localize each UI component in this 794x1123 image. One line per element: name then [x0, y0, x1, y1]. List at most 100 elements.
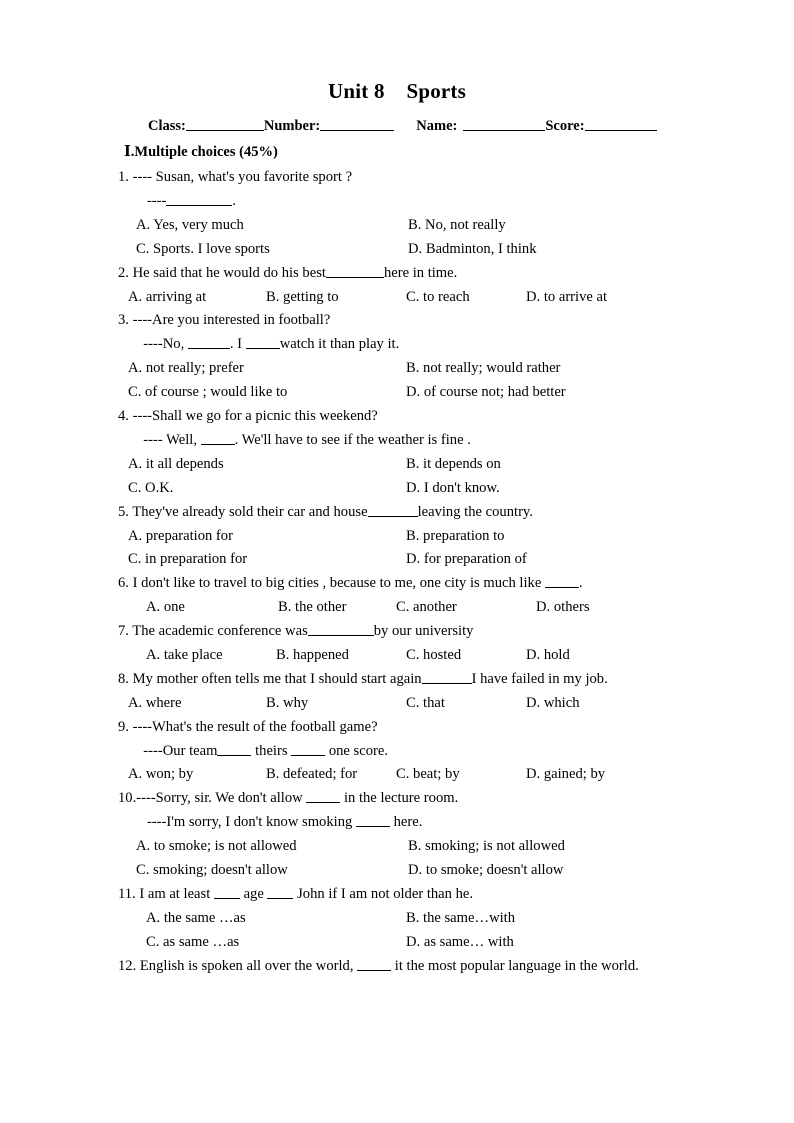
question-4-option-d[interactable]: D. I don't know. [406, 477, 500, 501]
question-5-option-a[interactable]: A. preparation for [128, 525, 233, 549]
question-9-option-b[interactable]: B. defeated; for [266, 763, 357, 787]
question-9-stem2-post: one score. [325, 742, 388, 759]
question-9-option-c[interactable]: C. beat; by [396, 763, 460, 787]
question-9-stem2-mid: theirs [251, 742, 292, 759]
question-11-answer-blank-1[interactable] [213, 886, 240, 899]
question-4-options-cd: C. O.K. D. I don't know. [118, 477, 676, 501]
question-7-option-a[interactable]: A. take place [146, 644, 223, 668]
question-2-option-c[interactable]: C. to reach [406, 286, 470, 310]
question-1-option-a[interactable]: A. Yes, very much [136, 214, 244, 238]
question-1-options-ac: A. Yes, very much B. No, not really [118, 214, 676, 238]
question-7-answer-blank[interactable] [307, 623, 374, 637]
question-1-option-c[interactable]: C. Sports. I love sports [136, 238, 270, 262]
question-2-option-d[interactable]: D. to arrive at [526, 286, 607, 310]
question-10-stem: 10.----Sorry, sir. We don't allow in the… [118, 787, 676, 811]
question-2-option-a[interactable]: A. arriving at [128, 286, 206, 310]
question-11-option-d[interactable]: D. as same… with [406, 931, 514, 955]
question-6-option-c[interactable]: C. another [396, 596, 457, 620]
question-7-option-b[interactable]: B. happened [276, 644, 349, 668]
question-12-stem-pre: 12. English is spoken all over the world… [118, 957, 358, 974]
score-input-blank[interactable] [584, 117, 657, 132]
question-10-option-b[interactable]: B. smoking; is not allowed [408, 835, 565, 859]
document-body: Unit 8 Sports Class: Number: Name: Score: Ⅰ… [118, 78, 676, 979]
question-8-option-a[interactable]: A. where [128, 692, 182, 716]
question-5-answer-blank[interactable] [367, 504, 418, 517]
question-11-answer-blank-2[interactable] [267, 886, 294, 899]
question-4-answer-blank[interactable] [200, 432, 235, 445]
question-9-stem: 9. ----What's the result of the football… [118, 718, 378, 735]
question-4-option-a[interactable]: A. it all depends [128, 453, 224, 477]
question-3-options-cd: C. of course ; would like to D. of cours… [118, 381, 676, 405]
question-8-option-d[interactable]: D. which [526, 692, 580, 716]
question-5-option-b[interactable]: B. preparation to [406, 525, 504, 549]
name-input-blank[interactable] [463, 117, 546, 132]
question-2-answer-blank[interactable] [325, 265, 384, 278]
question-11-option-c[interactable]: C. as same …as [146, 931, 239, 955]
question-3-option-b[interactable]: B. not really; would rather [406, 357, 560, 381]
question-8-answer-blank[interactable] [421, 671, 472, 684]
question-3-option-c[interactable]: C. of course ; would like to [128, 381, 287, 405]
question-5-option-d[interactable]: D. for preparation of [406, 548, 527, 572]
question-7-stem: 7. The academic conference was by our uni… [118, 620, 676, 644]
question-9-answer-blank-1[interactable] [217, 743, 252, 756]
question-4-option-b[interactable]: B. it depends on [406, 453, 501, 477]
class-input-blank[interactable] [185, 117, 264, 132]
number-input-blank[interactable] [320, 117, 395, 132]
question-10-answer-blank-2[interactable] [355, 814, 390, 828]
question-2-stem: 2. He said that he would do his best here… [118, 262, 676, 286]
question-11-option-a[interactable]: A. the same …as [146, 907, 246, 931]
question-10-options-cd: C. smoking; doesn't allow D. to smoke; d… [118, 859, 676, 883]
question-3-answer-blank-1[interactable] [187, 336, 230, 350]
question-10-stem-line2: ----I'm sorry, I don't know smoking here… [118, 811, 676, 835]
question-9-option-a[interactable]: A. won; by [128, 763, 193, 787]
question-6-answer-blank[interactable] [544, 575, 579, 589]
question-8-option-b[interactable]: B. why [266, 692, 308, 716]
question-1-stem2-post: . [232, 192, 237, 209]
question-2-stem-post: here in time. [383, 264, 458, 281]
question-10-stem2-post: here. [389, 814, 423, 831]
question-9-option-d[interactable]: D. gained; by [526, 763, 605, 787]
question-7-option-c[interactable]: C. hosted [406, 644, 461, 668]
page-title: Unit 8 Sports [328, 79, 466, 103]
question-1-stem-line2: ----. [118, 190, 676, 214]
question-4-stem-line2: ---- Well, . We'll have to see if the we… [118, 429, 676, 453]
question-1-option-b[interactable]: B. No, not really [408, 214, 506, 238]
section-heading-multiple-choices: Ⅰ.Multiple choices (45%) [124, 144, 278, 160]
question-7-option-d[interactable]: D. hold [526, 644, 570, 668]
question-3-option-a[interactable]: A. not really; prefer [128, 357, 244, 381]
question-5-stem: 5. They've already sold their car and ho… [118, 501, 676, 525]
question-4-stem: 4. ----Shall we go for a picnic this wee… [118, 408, 378, 424]
score-label: Score: [545, 118, 585, 135]
question-4-stem2-post: . We'll have to see if the weather is fi… [234, 431, 471, 448]
question-1-stem: 1. ---- Susan, what's you favorite sport… [118, 169, 353, 186]
question-8-option-c[interactable]: C. that [406, 692, 445, 716]
question-1-stem2-pre: ---- [136, 192, 167, 209]
question-1-answer-blank[interactable] [166, 193, 233, 206]
question-4-option-c[interactable]: C. O.K. [128, 477, 173, 501]
question-10-option-d[interactable]: D. to smoke; doesn't allow [408, 859, 563, 883]
question-11-stem: 11. I am at least age John if I am not o… [118, 883, 676, 907]
question-10-options-ab: A. to smoke; is not allowed B. smoking; … [118, 835, 676, 859]
question-1-option-d[interactable]: D. Badminton, I think [408, 238, 537, 262]
question-12-answer-blank[interactable] [357, 958, 392, 971]
question-4-stem2-pre: ---- Well, [136, 431, 201, 448]
question-11-options-cd: C. as same …as D. as same… with [118, 931, 676, 955]
question-3-answer-blank-2[interactable] [245, 336, 280, 350]
question-3-stem-line2: ----No, . I watch it than play it. [118, 333, 676, 357]
question-5-option-c[interactable]: C. in preparation for [128, 548, 247, 572]
question-6-option-b[interactable]: B. the other [278, 596, 347, 620]
question-2-option-b[interactable]: B. getting to [266, 286, 339, 310]
question-2-stem-pre: 2. He said that he would do his best [118, 264, 326, 281]
question-9-answer-blank-2[interactable] [291, 743, 326, 756]
question-10-option-a[interactable]: A. to smoke; is not allowed [136, 835, 297, 859]
question-10-option-c[interactable]: C. smoking; doesn't allow [136, 859, 288, 883]
question-5-options-cd: C. in preparation for D. for preparation… [118, 548, 676, 572]
class-label: Class: [148, 118, 186, 135]
question-11-option-b[interactable]: B. the same…with [406, 907, 515, 931]
question-6-option-d[interactable]: D. others [536, 596, 590, 620]
question-11-options-ab: A. the same …as B. the same…with [118, 907, 676, 931]
question-10-answer-blank-1[interactable] [306, 790, 341, 804]
question-10-stem-post: in the lecture room. [340, 790, 459, 807]
question-3-option-d[interactable]: D. of course not; had better [406, 381, 566, 405]
question-6-option-a[interactable]: A. one [146, 596, 185, 620]
